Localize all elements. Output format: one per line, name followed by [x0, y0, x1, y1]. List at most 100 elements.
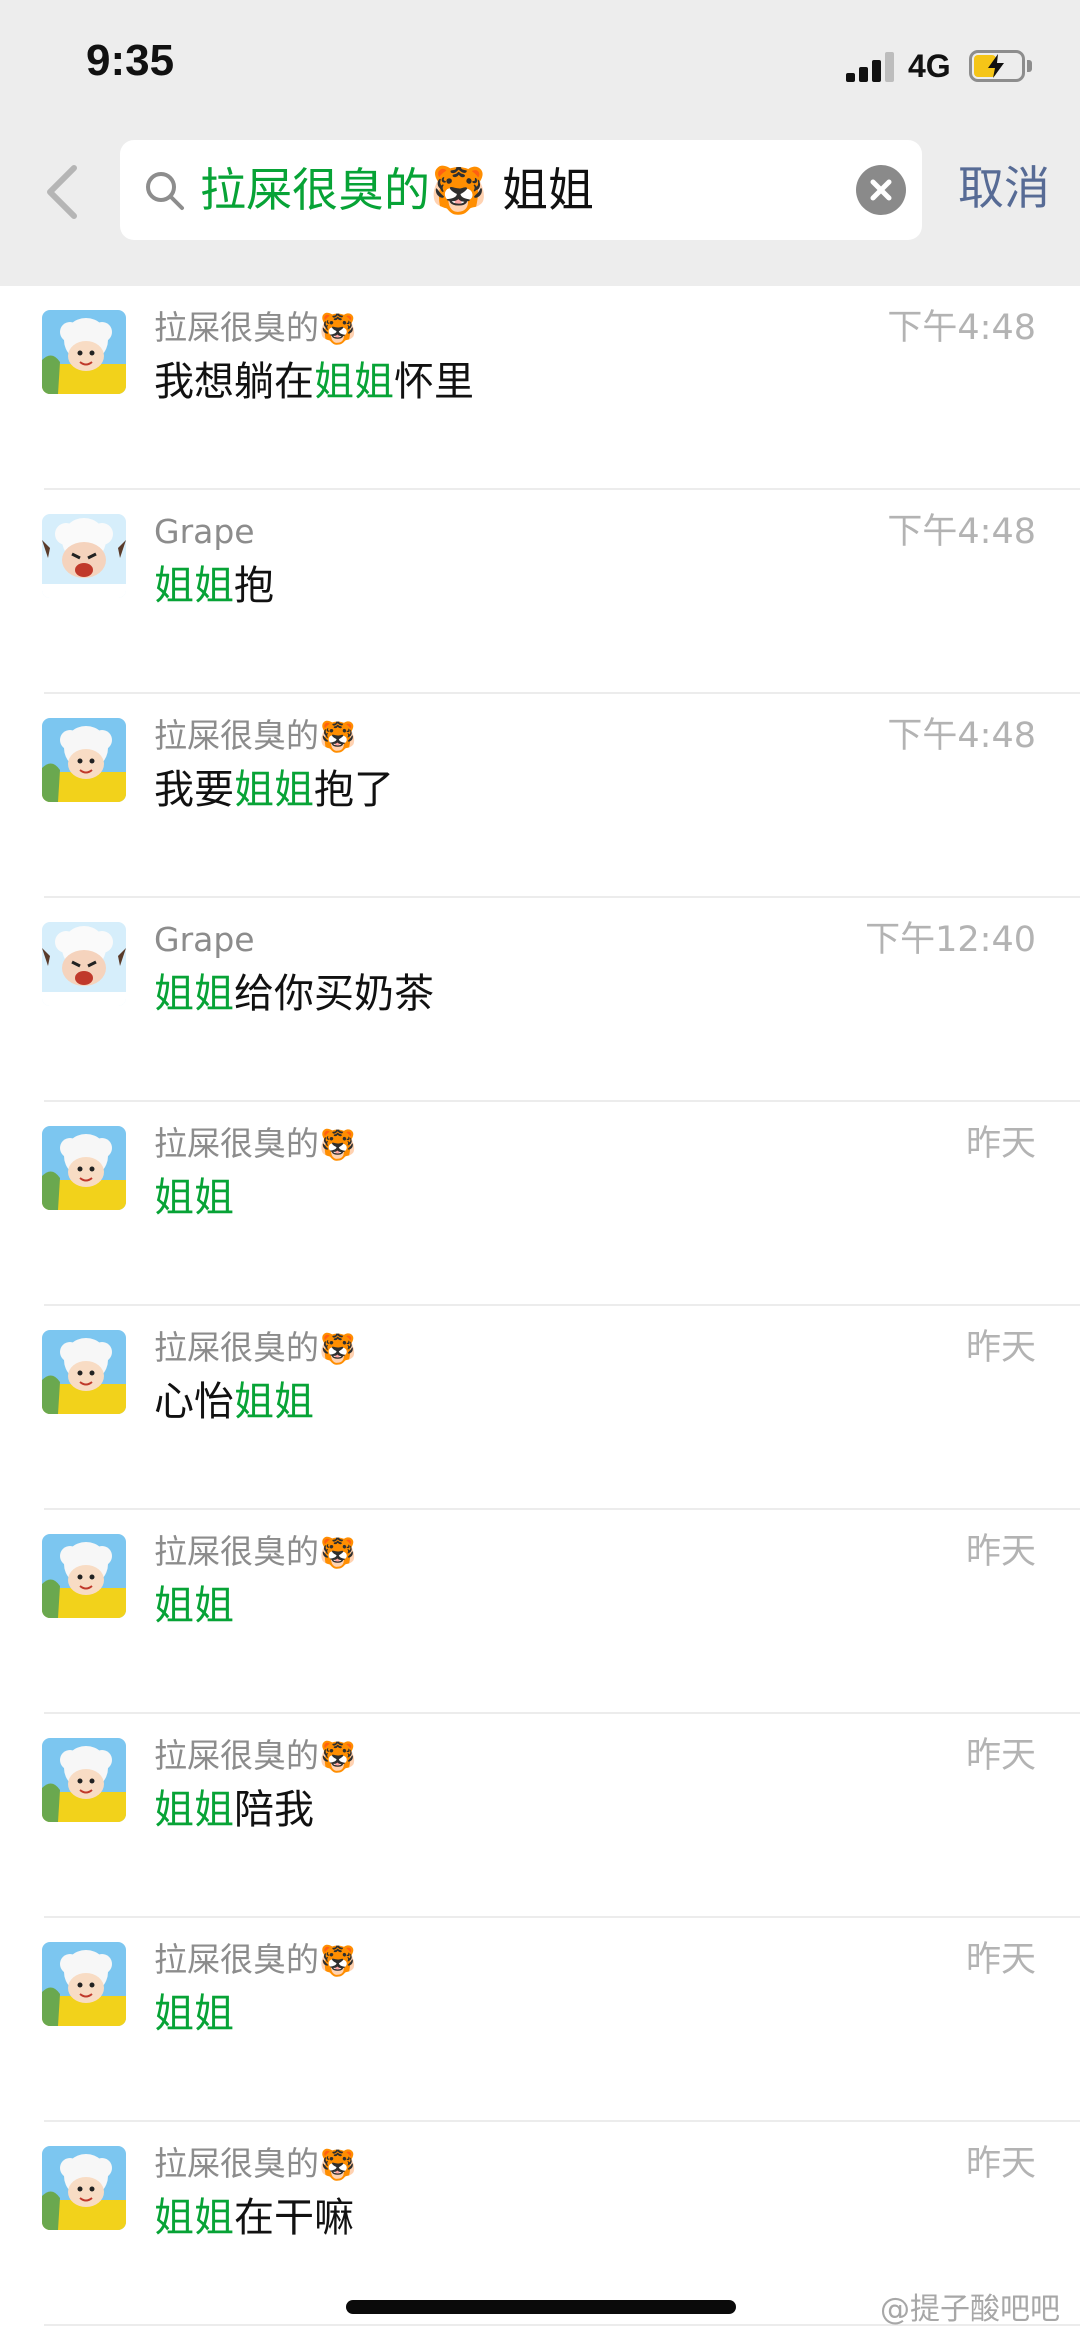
sender-name: 拉屎很臭的🐯 [154, 1530, 356, 1576]
tiger-emoji-icon: 🐯 [319, 1332, 357, 1367]
avatar[interactable] [42, 922, 126, 1006]
highlighted-keyword: 姐姐 [314, 359, 394, 405]
cellular-signal-icon [846, 52, 896, 82]
avatar[interactable] [42, 1738, 126, 1822]
sender-name-text: 拉屎很臭的 [154, 1328, 319, 1367]
message-text: 怀里 [394, 359, 474, 405]
sender-name: 拉屎很臭的🐯 [154, 1938, 356, 1984]
highlighted-keyword: 姐姐 [154, 563, 234, 609]
avatar[interactable] [42, 2146, 126, 2230]
sender-name-text: 拉屎很臭的 [154, 308, 319, 347]
chevron-left-icon[interactable] [40, 160, 84, 224]
avatar[interactable] [42, 514, 126, 598]
search-contact-chip: 拉屎很臭的 [200, 163, 430, 217]
sender-name: Grape [154, 510, 255, 554]
message-time: 昨天 [965, 1940, 1036, 1980]
sender-name: 拉屎很臭的🐯 [154, 1326, 356, 1372]
network-type: 4G [908, 48, 951, 84]
tiger-emoji-icon: 🐯 [319, 1944, 357, 1979]
result-row[interactable]: 拉屎很臭的🐯 心怡姐姐 昨天 [0, 1306, 1080, 1510]
top-bar: 9:35 4G 拉屎很臭的🐯 姐姐 取消 [0, 0, 1080, 286]
highlighted-keyword: 姐姐 [154, 1583, 234, 1629]
highlighted-keyword: 姐姐 [154, 2195, 234, 2241]
result-row[interactable]: Grape 姐姐抱 下午4:48 [0, 490, 1080, 694]
sender-name: Grape [154, 918, 255, 962]
message-snippet: 我要姐姐抱了 [154, 762, 394, 818]
avatar[interactable] [42, 1942, 126, 2026]
highlighted-keyword: 姐姐 [154, 971, 234, 1017]
sender-name-text: 拉屎很臭的 [154, 1532, 319, 1571]
sender-name-text: 拉屎很臭的 [154, 2144, 319, 2183]
message-text: 给你买奶茶 [234, 971, 434, 1017]
search-input[interactable]: 拉屎很臭的🐯 姐姐 [120, 140, 922, 240]
clear-circle-icon[interactable] [856, 165, 906, 215]
result-row[interactable]: 拉屎很臭的🐯 姐姐 昨天 [0, 1918, 1080, 2122]
avatar[interactable] [42, 718, 126, 802]
sender-name: 拉屎很臭的🐯 [154, 2142, 356, 2188]
tiger-emoji-icon: 🐯 [319, 720, 357, 755]
message-snippet: 姐姐在干嘛 [154, 2190, 354, 2246]
status-time: 9:35 [86, 36, 175, 85]
search-query[interactable]: 拉屎很臭的🐯 姐姐 [200, 160, 594, 220]
message-time: 下午4:48 [887, 716, 1036, 756]
result-row[interactable]: Grape 姐姐给你买奶茶 下午12:40 [0, 898, 1080, 1102]
message-text: 在干嘛 [234, 2195, 354, 2241]
sender-name-text: Grape [154, 920, 255, 959]
message-text: 我想躺在 [154, 359, 314, 405]
sender-name: 拉屎很臭的🐯 [154, 714, 356, 760]
sender-name-text: 拉屎很臭的 [154, 1940, 319, 1979]
avatar[interactable] [42, 1126, 126, 1210]
result-row[interactable]: 拉屎很臭的🐯 姐姐 昨天 [0, 1102, 1080, 1306]
message-text: 抱 [234, 563, 274, 609]
message-time: 下午4:48 [887, 308, 1036, 348]
message-snippet: 姐姐陪我 [154, 1782, 314, 1838]
sender-name: 拉屎很臭的🐯 [154, 306, 356, 352]
sender-name: 拉屎很臭的🐯 [154, 1734, 356, 1780]
message-time: 昨天 [965, 1532, 1036, 1572]
tiger-emoji-icon: 🐯 [319, 1740, 357, 1775]
result-row[interactable]: 拉屎很臭的🐯 我要姐姐抱了 下午4:48 [0, 694, 1080, 898]
highlighted-keyword: 姐姐 [234, 1379, 314, 1425]
message-time: 下午4:48 [887, 512, 1036, 552]
message-time: 下午12:40 [865, 920, 1036, 960]
result-row[interactable]: 拉屎很臭的🐯 姐姐陪我 昨天 [0, 1714, 1080, 1918]
avatar[interactable] [42, 1330, 126, 1414]
sender-name-text: Grape [154, 512, 255, 551]
watermark: @提子酸吧吧 [880, 2292, 1060, 2327]
message-snippet: 姐姐 [154, 1170, 234, 1226]
highlighted-keyword: 姐姐 [154, 1175, 234, 1221]
tiger-emoji-icon: 🐯 [430, 163, 488, 217]
message-snippet: 姐姐 [154, 1986, 234, 2042]
cancel-button[interactable]: 取消 [958, 158, 1050, 218]
sender-name-text: 拉屎很臭的 [154, 1124, 319, 1163]
message-snippet: 姐姐给你买奶茶 [154, 966, 434, 1022]
sender-name-text: 拉屎很臭的 [154, 1736, 319, 1775]
message-snippet: 心怡姐姐 [154, 1374, 314, 1430]
highlighted-keyword: 姐姐 [154, 1991, 234, 2037]
message-time: 昨天 [965, 1124, 1036, 1164]
avatar[interactable] [42, 1534, 126, 1618]
tiger-emoji-icon: 🐯 [319, 1128, 357, 1163]
message-text: 抱了 [314, 767, 394, 813]
search-term: 姐姐 [501, 163, 594, 217]
result-row[interactable]: 拉屎很臭的🐯 我想躺在姐姐怀里 下午4:48 [0, 286, 1080, 490]
message-snippet: 姐姐 [154, 1578, 234, 1634]
home-indicator[interactable] [346, 2300, 736, 2314]
tiger-emoji-icon: 🐯 [319, 2148, 357, 2183]
magnifier-icon [142, 168, 188, 214]
message-text: 陪我 [234, 1787, 314, 1833]
avatar[interactable] [42, 310, 126, 394]
sender-name: 拉屎很臭的🐯 [154, 1122, 356, 1168]
status-bar: 9:35 4G [0, 0, 1080, 130]
tiger-emoji-icon: 🐯 [319, 1536, 357, 1571]
battery-charging-icon [969, 50, 1033, 82]
tiger-emoji-icon: 🐯 [319, 312, 357, 347]
highlighted-keyword: 姐姐 [234, 767, 314, 813]
message-time: 昨天 [965, 1328, 1036, 1368]
message-text: 心怡 [154, 1379, 234, 1425]
highlighted-keyword: 姐姐 [154, 1787, 234, 1833]
message-snippet: 姐姐抱 [154, 558, 274, 614]
result-row[interactable]: 拉屎很臭的🐯 姐姐 昨天 [0, 1510, 1080, 1714]
sender-name-text: 拉屎很臭的 [154, 716, 319, 755]
message-text: 我要 [154, 767, 234, 813]
